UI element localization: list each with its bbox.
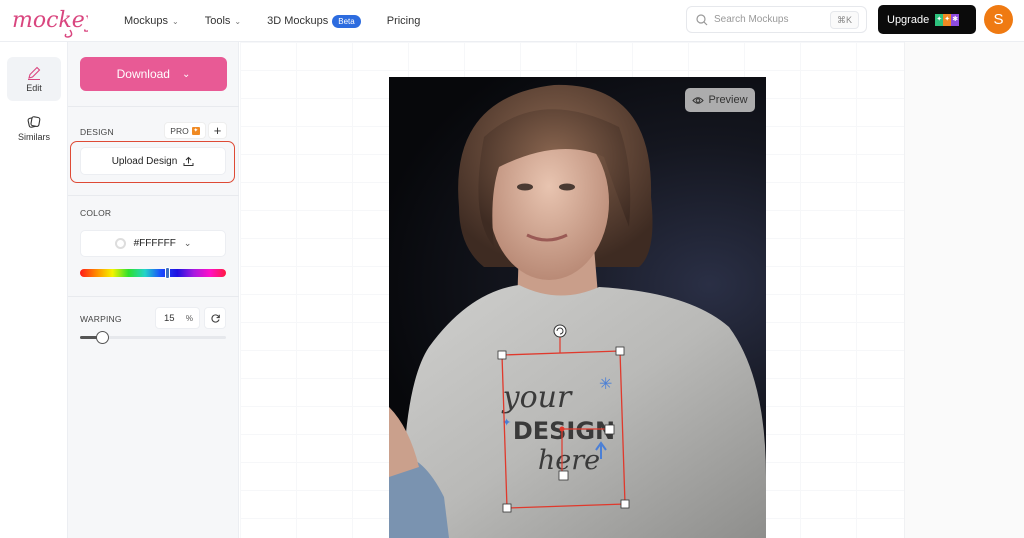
nav-pricing-label: Pricing	[386, 15, 421, 27]
design-section-label: DESIGN	[80, 127, 114, 137]
warp-handle-bottom[interactable]	[558, 470, 569, 481]
chevron-down-icon: ⌄	[172, 16, 179, 26]
nav-mockups[interactable]: Mockups ⌄	[124, 15, 179, 27]
pencil-icon	[28, 66, 41, 80]
pro-icon: ✦	[191, 126, 200, 135]
rotate-handle[interactable]	[553, 324, 567, 338]
main-nav: Mockups ⌄ Tools ⌄ 3D Mockups Beta Pricin…	[124, 0, 446, 42]
divider	[68, 296, 239, 297]
upload-design-button[interactable]: Upload Design	[80, 147, 226, 175]
upgrade-label: Upgrade	[887, 13, 930, 26]
sparkle-green-icon: ✦	[935, 13, 944, 26]
upload-design-label: Upload Design	[111, 155, 178, 167]
design-text-here: here	[538, 445, 600, 476]
nav-tools[interactable]: Tools ⌄	[205, 15, 241, 27]
color-swatch	[114, 238, 126, 249]
eye-icon	[692, 96, 705, 104]
design-text-design: DESIGN	[513, 417, 615, 445]
nav-mockups-label: Mockups	[124, 15, 169, 27]
hue-slider[interactable]	[80, 269, 226, 277]
color-section-label: COLOR	[80, 208, 112, 218]
upgrade-feature-icons: ✦ ✦ ✱	[935, 13, 960, 26]
mockey-logo[interactable]: mockey	[10, 4, 88, 38]
chevron-down-icon: ⌄	[234, 16, 242, 26]
mockup-image: your DESIGN here ✳ ✦	[389, 84, 766, 538]
nav-pricing[interactable]: Pricing	[387, 15, 421, 27]
rail-item-edit[interactable]: Edit	[7, 57, 61, 101]
warping-reset-button[interactable]	[204, 307, 226, 329]
preview-button[interactable]: Preview	[685, 88, 755, 112]
warp-handle-right[interactable]	[604, 424, 615, 435]
warping-unit: %	[185, 313, 193, 323]
similars-icon	[27, 115, 41, 128]
divider	[68, 106, 239, 107]
warping-section-label: WARPING	[80, 314, 122, 324]
search-placeholder: Search Mockups	[714, 14, 789, 25]
top-navigation-bar: mockey Mockups ⌄ Tools ⌄ 3D Mockups Beta…	[0, 0, 1024, 42]
warping-input[interactable]: 15 %	[155, 307, 200, 329]
chevron-down-icon: ⌄	[181, 68, 191, 80]
search-input[interactable]: Search Mockups ⌘K	[686, 6, 867, 33]
avatar[interactable]: S	[984, 5, 1013, 34]
warping-slider-thumb[interactable]	[95, 331, 109, 344]
mockup-photo: your DESIGN here ✳ ✦	[389, 77, 766, 538]
nav-tools-label: Tools	[204, 15, 231, 27]
search-shortcut-badge: ⌘K	[829, 11, 859, 29]
download-label: Download	[116, 67, 170, 81]
nav-3d-mockups[interactable]: 3D Mockups Beta	[267, 14, 361, 28]
chevron-down-icon: ⌄	[183, 238, 192, 248]
logo-text: mockey	[12, 8, 88, 33]
color-value: #FFFFFF	[133, 238, 176, 249]
resize-handle-top-left[interactable]	[497, 350, 507, 360]
sparkle-icon: ✦	[502, 417, 511, 429]
resize-handle-top-right[interactable]	[615, 346, 625, 356]
pro-badge: PRO ✦	[164, 122, 206, 139]
right-pane	[904, 42, 1024, 538]
rail-item-similars[interactable]: Similars	[7, 106, 61, 150]
color-select[interactable]: #FFFFFF ⌄	[80, 230, 226, 257]
beta-badge: Beta	[332, 14, 361, 28]
refresh-icon	[210, 313, 220, 323]
nav-3d-mockups-label: 3D Mockups	[267, 15, 329, 27]
preview-label: Preview	[708, 94, 748, 106]
warping-value: 15	[164, 312, 175, 324]
sparkle-purple-icon: ✱	[951, 13, 960, 26]
rail-item-edit-label: Edit	[26, 82, 42, 93]
left-rail: Edit Similars	[0, 42, 68, 538]
search-icon	[696, 13, 708, 25]
add-design-button[interactable]: +	[208, 122, 227, 139]
upload-icon	[183, 156, 194, 166]
sparkle-icon: ✳	[599, 376, 612, 393]
divider	[68, 195, 239, 196]
hue-slider-thumb[interactable]	[164, 267, 170, 279]
upgrade-button[interactable]: Upgrade ✦ ✦ ✱	[878, 5, 976, 34]
resize-handle-bottom-left[interactable]	[502, 503, 512, 513]
resize-handle-bottom-right[interactable]	[620, 499, 630, 509]
pro-label: PRO	[170, 125, 189, 136]
rail-item-similars-label: Similars	[17, 131, 50, 142]
download-button[interactable]: Download ⌄	[80, 57, 227, 91]
edit-panel: Download ⌄ DESIGN PRO ✦ + Upload Design C…	[68, 42, 239, 538]
design-text-your: your	[501, 380, 573, 415]
sparkle-orange-icon: ✦	[943, 13, 952, 26]
